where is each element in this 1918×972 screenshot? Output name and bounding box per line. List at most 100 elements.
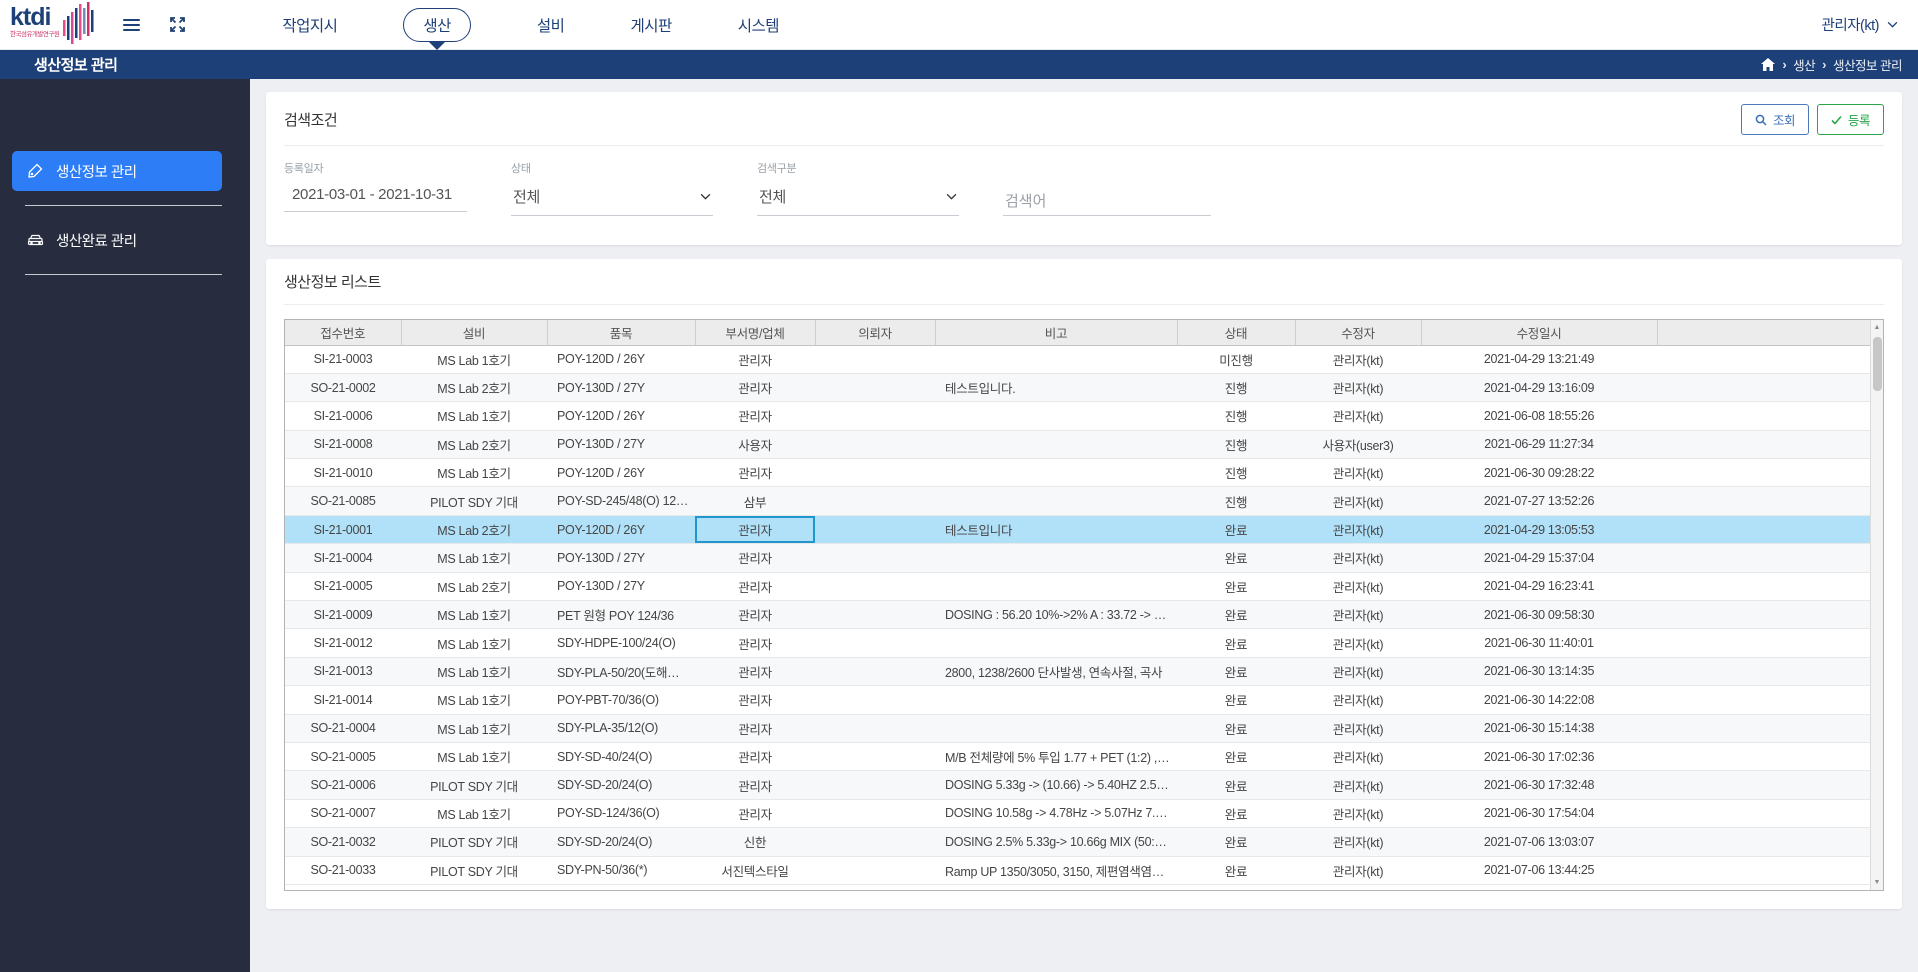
table-row[interactable]: SO-21-0005 MS Lab 1호기 SDY-SD-40/24(O) 관리자 M/… [285, 742, 1870, 772]
table-cell[interactable]: 관리자(kt) [1295, 401, 1421, 431]
table-cell[interactable]: 관리자(kt) [1295, 486, 1421, 516]
table-cell[interactable]: MS Lab 2호기 [401, 515, 547, 545]
table-cell[interactable]: 진행 [1177, 373, 1295, 403]
nav-item-equipment[interactable]: 설비 [504, 0, 598, 49]
table-cell[interactable]: DOSING 10.58g -> 4.78Hz -> 5.07Hz 7.05g … [935, 799, 1177, 829]
table-cell[interactable] [935, 543, 1177, 573]
table-row[interactable]: SI-21-0001 MS Lab 2호기 POY-120D / 26Y 관리자 테스트… [285, 515, 1870, 545]
table-cell[interactable]: 사용자(user3) [1295, 430, 1421, 460]
table-cell[interactable]: MS Lab 1호기 [401, 543, 547, 573]
table-cell[interactable]: 관리자 [695, 543, 815, 573]
table-cell[interactable]: POY-130D / 27Y [547, 373, 695, 403]
table-cell[interactable]: 관리자 [695, 799, 815, 829]
table-cell[interactable] [815, 856, 935, 885]
table-cell[interactable]: 2021-06-30 15:14:38 [1421, 714, 1657, 743]
table-cell[interactable]: 2021-06-08 18:55:26 [1421, 401, 1657, 431]
table-cell[interactable]: 관리자 [695, 373, 815, 403]
table-cell[interactable] [815, 827, 935, 857]
table-cell[interactable] [815, 799, 935, 829]
table-cell[interactable] [935, 572, 1177, 602]
table-cell[interactable]: MS Lab 1호기 [401, 714, 547, 743]
table-cell[interactable]: 완료 [1177, 543, 1295, 573]
table-cell[interactable]: PILOT SDY 기대 [401, 770, 547, 800]
table-cell[interactable]: 관리자(kt) [1295, 770, 1421, 800]
table-cell[interactable]: SO-21-0032 [285, 827, 401, 857]
table-cell[interactable]: 2021-07-06 13:44:25 [1421, 856, 1657, 885]
table-cell[interactable]: DOSING 2.5% 5.33g-> 10.66g MIX (50:50) -… [935, 827, 1177, 857]
table-cell[interactable] [815, 345, 935, 374]
table-cell[interactable]: 2021-04-29 13:21:49 [1421, 345, 1657, 374]
table-row[interactable]: SO-21-0085 PILOT SDY 기대 POY-SD-245/48(O) 1… [285, 486, 1870, 516]
column-header[interactable]: 비고 [935, 320, 1178, 346]
table-cell[interactable] [815, 770, 935, 800]
table-cell[interactable] [815, 515, 935, 545]
table-cell[interactable]: 테스트입니다. [935, 373, 1177, 403]
breadcrumb-current[interactable]: 생산정보 관리 [1833, 55, 1902, 74]
table-cell[interactable]: PILOT SDY 기대 [401, 827, 547, 857]
home-icon[interactable] [1761, 58, 1776, 71]
table-cell[interactable]: POY-SD-124/36(O) [547, 799, 695, 829]
table-row[interactable]: SO-21-0032 PILOT SDY 기대 SDY-SD-20/24(O) 신한 D… [285, 827, 1870, 857]
table-cell[interactable]: SI-21-0001 [285, 515, 401, 545]
column-header[interactable]: 접수번호 [285, 320, 402, 346]
column-header[interactable]: 설비 [401, 320, 548, 346]
column-header[interactable]: 부서명/업체 [695, 320, 816, 346]
table-cell[interactable] [815, 714, 935, 743]
table-cell[interactable] [815, 486, 935, 516]
table-row[interactable]: SO-21-0006 PILOT SDY 기대 SDY-SD-20/24(O) 관리자… [285, 770, 1870, 800]
table-cell[interactable]: 관리자(kt) [1295, 856, 1421, 885]
table-cell[interactable]: SI-21-0008 [285, 430, 401, 460]
table-cell[interactable]: 관리자(kt) [1295, 685, 1421, 715]
keyword-input[interactable] [1005, 193, 1209, 210]
table-row[interactable]: SI-21-0013 MS Lab 1호기 SDY-PLA-50/20(도해사), … [285, 657, 1870, 687]
table-cell[interactable]: 관리자 [695, 714, 815, 743]
sidebar-item-production-complete[interactable]: 생산완료 관리 [12, 220, 222, 260]
table-cell[interactable]: 완료 [1177, 742, 1295, 772]
table-cell[interactable]: 2021-06-30 09:28:22 [1421, 458, 1657, 488]
nav-item-work-order[interactable]: 작업지시 [249, 0, 370, 49]
table-cell[interactable]: 완료 [1177, 515, 1295, 545]
table-cell[interactable]: 완료 [1177, 714, 1295, 743]
table-cell[interactable] [815, 742, 935, 772]
table-cell[interactable]: POY-130D / 27Y [547, 430, 695, 460]
table-cell[interactable]: 2021-06-30 17:54:04 [1421, 799, 1657, 829]
table-cell[interactable]: 관리자 [695, 628, 815, 658]
table-cell[interactable]: 관리자 [695, 345, 815, 374]
table-cell[interactable]: MS Lab 1호기 [401, 600, 547, 630]
table-cell[interactable]: 완료 [1177, 827, 1295, 857]
table-cell[interactable]: POY-120D / 26Y [547, 458, 695, 488]
table-cell[interactable]: 관리자(kt) [1295, 799, 1421, 829]
hamburger-menu-icon[interactable] [118, 12, 144, 38]
table-cell[interactable]: PET 원형 POY 124/36 [547, 600, 695, 630]
table-cell[interactable]: 2021-04-29 13:16:09 [1421, 373, 1657, 403]
nav-item-board[interactable]: 게시판 [597, 0, 704, 49]
table-cell[interactable]: 관리자(kt) [1295, 458, 1421, 488]
table-cell[interactable] [935, 628, 1177, 658]
table-cell[interactable]: POY-PBT-70/36(O) [547, 685, 695, 715]
table-cell[interactable]: 2021-06-30 17:32:48 [1421, 770, 1657, 800]
table-cell[interactable] [935, 345, 1177, 374]
table-cell[interactable]: MS Lab 1호기 [401, 401, 547, 431]
column-header[interactable]: 수정자 [1295, 320, 1422, 346]
table-cell[interactable]: 완료 [1177, 685, 1295, 715]
table-cell[interactable]: 관리자 [695, 657, 815, 687]
breadcrumb-production[interactable]: 생산 [1793, 55, 1816, 74]
table-row[interactable]: SI-21-0003 MS Lab 1호기 POY-120D / 26Y 관리자 미진행… [285, 345, 1870, 374]
table-cell[interactable]: SI-21-0009 [285, 600, 401, 630]
table-cell[interactable]: 관리자(kt) [1295, 345, 1421, 374]
table-cell[interactable]: SDY-PLA-50/20(도해사), ... [547, 657, 695, 687]
table-row[interactable]: SI-21-0010 MS Lab 1호기 POY-120D / 26Y 관리자 진행 관… [285, 458, 1870, 488]
table-cell[interactable]: SO-21-0002 [285, 373, 401, 403]
table-cell[interactable]: POY-120D / 26Y [547, 345, 695, 374]
table-cell[interactable]: 완료 [1177, 770, 1295, 800]
table-cell[interactable]: POY-SD-245/48(O) 122.5 ... [547, 486, 695, 516]
nav-item-system[interactable]: 시스템 [705, 0, 812, 49]
table-cell[interactable]: 2021-06-30 11:40:01 [1421, 628, 1657, 658]
table-cell[interactable] [935, 458, 1177, 488]
table-cell[interactable]: MS Lab 2호기 [401, 430, 547, 460]
table-cell[interactable]: SI-21-0005 [285, 572, 401, 602]
table-cell[interactable] [815, 657, 935, 687]
table-cell[interactable]: 미진행 [1177, 345, 1295, 374]
table-cell[interactable]: MS Lab 1호기 [401, 458, 547, 488]
table-cell[interactable]: 관리자(kt) [1295, 600, 1421, 630]
